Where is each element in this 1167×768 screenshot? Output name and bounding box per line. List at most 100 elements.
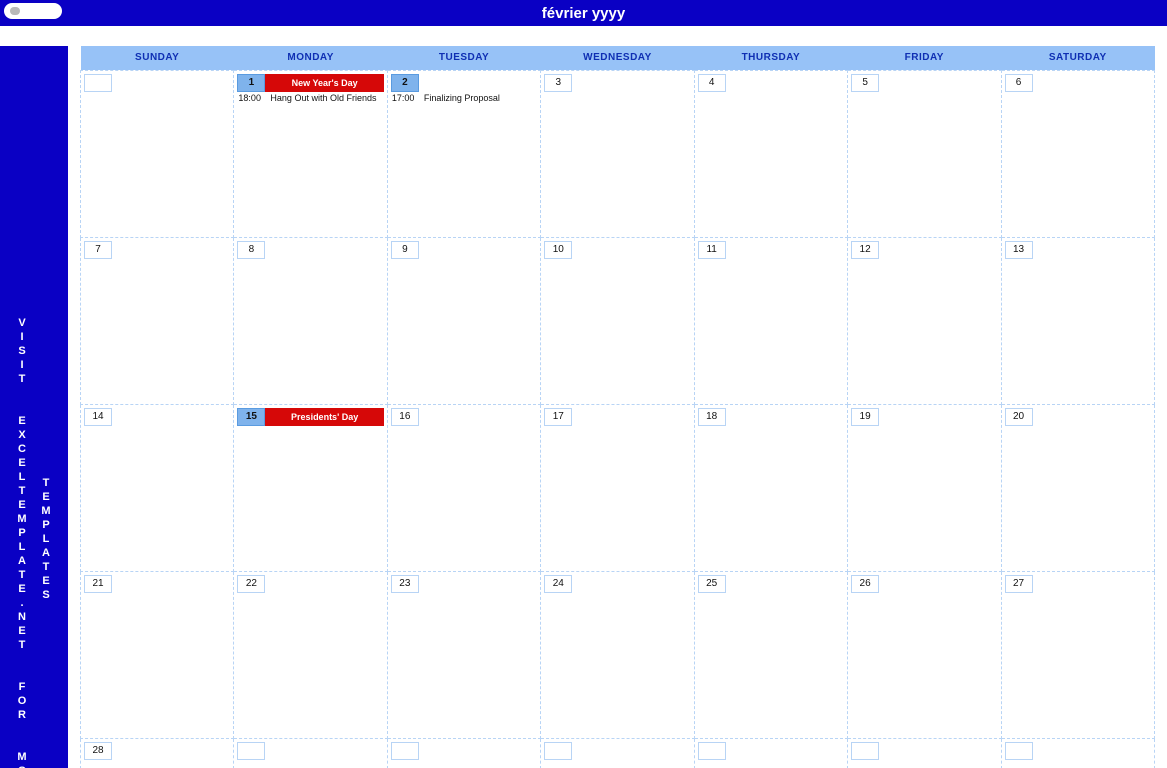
holiday-label: New Year's Day	[265, 74, 383, 92]
day-number	[237, 742, 265, 760]
day-number	[84, 74, 112, 92]
calendar-day-cell[interactable]: 6	[1001, 70, 1154, 237]
day-number: 25	[698, 575, 726, 593]
calendar-day-cell[interactable]: 15Presidents' Day	[234, 404, 387, 571]
weekday-header: THURSDAY	[694, 46, 847, 70]
day-number: 27	[1005, 575, 1033, 593]
weekday-header-row: SUNDAYMONDAYTUESDAYWEDNESDAYTHURSDAYFRID…	[81, 46, 1155, 70]
day-number: 14	[84, 408, 112, 426]
day-number: 12	[851, 241, 879, 259]
calendar-day-cell[interactable]: 9	[387, 237, 540, 404]
window-controls-pill[interactable]	[4, 3, 62, 19]
calendar-day-cell[interactable]: 3	[541, 70, 694, 237]
day-number: 23	[391, 575, 419, 593]
calendar-day-cell[interactable]: 27	[1001, 571, 1154, 738]
calendar-day-cell[interactable]: 20	[1001, 404, 1154, 571]
calendar-day-cell[interactable]: 4	[694, 70, 847, 237]
calendar-day-cell[interactable]	[848, 738, 1001, 768]
calendar-day-cell[interactable]: 8	[234, 237, 387, 404]
calendar-day-cell[interactable]: 13	[1001, 237, 1154, 404]
day-number: 19	[851, 408, 879, 426]
calendar-day-cell[interactable]: 1New Year's Day18:00 Hang Out with Old Fr…	[234, 70, 387, 237]
sidebar-promo-text-1: VISITEXCELTEMPLATE.NETFORMORE	[12, 316, 32, 768]
day-number: 20	[1005, 408, 1033, 426]
calendar-day-cell[interactable]: 7	[81, 237, 234, 404]
day-number: 18	[698, 408, 726, 426]
day-number: 28	[84, 742, 112, 760]
day-number: 22	[237, 575, 265, 593]
calendar-week-row: 1New Year's Day18:00 Hang Out with Old Fr…	[81, 70, 1155, 237]
event-title: Finalizing Proposal	[424, 93, 536, 103]
calendar-day-cell[interactable]: 16	[387, 404, 540, 571]
day-number: 26	[851, 575, 879, 593]
calendar-day-cell[interactable]	[1001, 738, 1154, 768]
month-title: février yyyy	[542, 5, 625, 22]
calendar-week-row: 28	[81, 738, 1155, 768]
calendar-grid: SUNDAYMONDAYTUESDAYWEDNESDAYTHURSDAYFRID…	[80, 46, 1155, 768]
calendar-day-cell[interactable]: 10	[541, 237, 694, 404]
day-number: 9	[391, 241, 419, 259]
event-time: 18:00	[238, 93, 266, 103]
calendar-day-cell[interactable]	[81, 70, 234, 237]
day-number: 21	[84, 575, 112, 593]
calendar-day-cell[interactable]	[694, 738, 847, 768]
calendar-week-row: 7 8 9 10 11 12 13	[81, 237, 1155, 404]
calendar-day-cell[interactable]: 217:00 Finalizing Proposal	[387, 70, 540, 237]
weekday-header: MONDAY	[234, 46, 387, 70]
day-number: 7	[84, 241, 112, 259]
calendar-event[interactable]: 17:00 Finalizing Proposal	[392, 93, 536, 103]
calendar-event[interactable]: 18:00 Hang Out with Old Friends	[238, 93, 382, 103]
day-number: 2	[391, 74, 419, 92]
calendar-day-cell[interactable]: 26	[848, 571, 1001, 738]
day-number: 16	[391, 408, 419, 426]
sidebar-promo-text-2: TEMPLATES	[36, 476, 56, 602]
calendar-day-cell[interactable]: 19	[848, 404, 1001, 571]
day-number: 6	[1005, 74, 1033, 92]
day-number: 10	[544, 241, 572, 259]
day-number: 3	[544, 74, 572, 92]
window-control-dot	[10, 7, 20, 15]
sidebar: VISITEXCELTEMPLATE.NETFORMORE TEMPLATES	[0, 46, 68, 768]
day-number	[391, 742, 419, 760]
day-number	[851, 742, 879, 760]
calendar-day-cell[interactable]: 23	[387, 571, 540, 738]
day-number: 1	[237, 74, 265, 92]
title-bar: février yyyy	[0, 0, 1167, 26]
holiday-label: Presidents' Day	[265, 408, 383, 426]
day-number	[544, 742, 572, 760]
calendar-day-cell[interactable]: 21	[81, 571, 234, 738]
weekday-header: FRIDAY	[848, 46, 1001, 70]
calendar-wrap: SUNDAYMONDAYTUESDAYWEDNESDAYTHURSDAYFRID…	[68, 26, 1167, 768]
calendar-day-cell[interactable]: 11	[694, 237, 847, 404]
calendar-day-cell[interactable]: 24	[541, 571, 694, 738]
day-number: 13	[1005, 241, 1033, 259]
calendar-day-cell[interactable]	[234, 738, 387, 768]
calendar-day-cell[interactable]: 5	[848, 70, 1001, 237]
calendar-day-cell[interactable]: 28	[81, 738, 234, 768]
calendar-day-cell[interactable]: 25	[694, 571, 847, 738]
day-number: 8	[237, 241, 265, 259]
day-number: 15	[237, 408, 265, 426]
calendar-day-cell[interactable]: 12	[848, 237, 1001, 404]
weekday-header: WEDNESDAY	[541, 46, 694, 70]
calendar-day-cell[interactable]: 17	[541, 404, 694, 571]
day-number: 5	[851, 74, 879, 92]
calendar-day-cell[interactable]: 14	[81, 404, 234, 571]
calendar-week-row: 1415Presidents' Day1617181920	[81, 404, 1155, 571]
day-number: 11	[698, 241, 726, 259]
weekday-header: SATURDAY	[1001, 46, 1154, 70]
day-number: 17	[544, 408, 572, 426]
weekday-header: SUNDAY	[81, 46, 234, 70]
day-number	[1005, 742, 1033, 760]
calendar-week-row: 21 22 23 24 25 26 27	[81, 571, 1155, 738]
day-number	[698, 742, 726, 760]
calendar-day-cell[interactable]	[541, 738, 694, 768]
calendar-day-cell[interactable]	[387, 738, 540, 768]
calendar-day-cell[interactable]: 18	[694, 404, 847, 571]
event-title: Hang Out with Old Friends	[270, 93, 382, 103]
weekday-header: TUESDAY	[387, 46, 540, 70]
event-time: 17:00	[392, 93, 420, 103]
day-number: 4	[698, 74, 726, 92]
calendar-day-cell[interactable]: 22	[234, 571, 387, 738]
day-number: 24	[544, 575, 572, 593]
